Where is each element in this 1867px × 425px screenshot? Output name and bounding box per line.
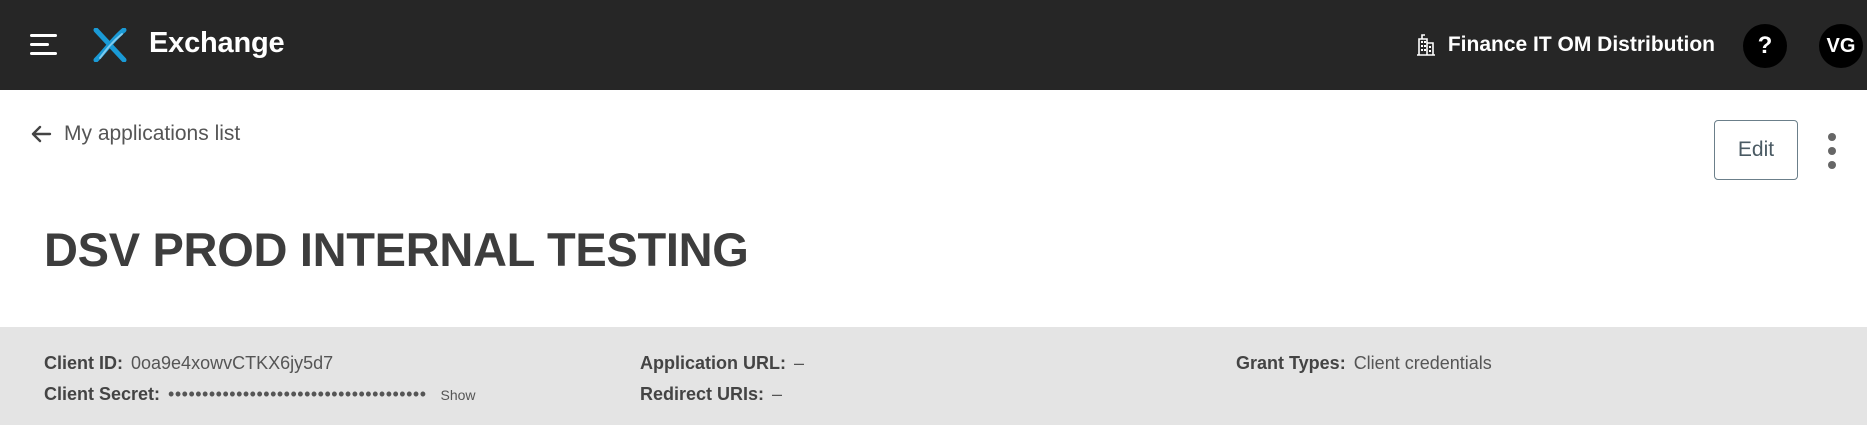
show-secret-link[interactable]: Show	[441, 387, 476, 403]
edit-button[interactable]: Edit	[1714, 120, 1798, 180]
hamburger-menu-icon[interactable]	[30, 32, 60, 58]
grant-types-label: Grant Types:	[1236, 353, 1346, 373]
org-switcher[interactable]: Finance IT OM Distribution	[1416, 30, 1715, 60]
redirect-uris-value: –	[772, 384, 783, 404]
org-name: Finance IT OM Distribution	[1447, 33, 1715, 56]
application-url-value: –	[794, 353, 805, 373]
app-title[interactable]: Exchange	[149, 27, 285, 60]
arrow-left-icon	[31, 125, 52, 143]
back-link-label: My applications list	[64, 122, 241, 145]
client-secret-value: ••••••••••••••••••••••••••••••••••••••	[168, 384, 427, 404]
exchange-logo[interactable]	[92, 28, 128, 62]
application-url-label: Application URL:	[640, 353, 786, 373]
grant-types-field: Grant Types: Client credentials	[1236, 353, 1492, 374]
client-id-field: Client ID: 0oa9e4xowvCTKX6jy5d7	[44, 353, 333, 374]
client-id-value[interactable]: 0oa9e4xowvCTKX6jy5d7	[131, 353, 333, 374]
help-button[interactable]: ?	[1743, 24, 1787, 68]
back-link[interactable]: My applications list	[30, 122, 240, 146]
app-details-panel: Client ID: 0oa9e4xowvCTKX6jy5d7 Client S…	[0, 327, 1867, 425]
building-icon	[1416, 34, 1435, 56]
grant-types-value: Client credentials	[1353, 353, 1492, 373]
application-url-field: Application URL: –	[640, 353, 804, 374]
redirect-uris-label: Redirect URIs:	[640, 384, 765, 404]
client-secret-field: Client Secret: •••••••••••••••••••••••••…	[44, 384, 476, 405]
kebab-menu-icon[interactable]	[1824, 132, 1840, 172]
client-secret-label: Client Secret:	[44, 384, 161, 404]
client-id-label: Client ID:	[44, 353, 123, 373]
page-title: DSV PROD INTERNAL TESTING	[44, 223, 749, 276]
redirect-uris-field: Redirect URIs: –	[640, 384, 782, 405]
avatar[interactable]: VG	[1819, 24, 1863, 68]
top-bar: Exchange Finance IT OM Distribution ? VG	[0, 0, 1867, 90]
